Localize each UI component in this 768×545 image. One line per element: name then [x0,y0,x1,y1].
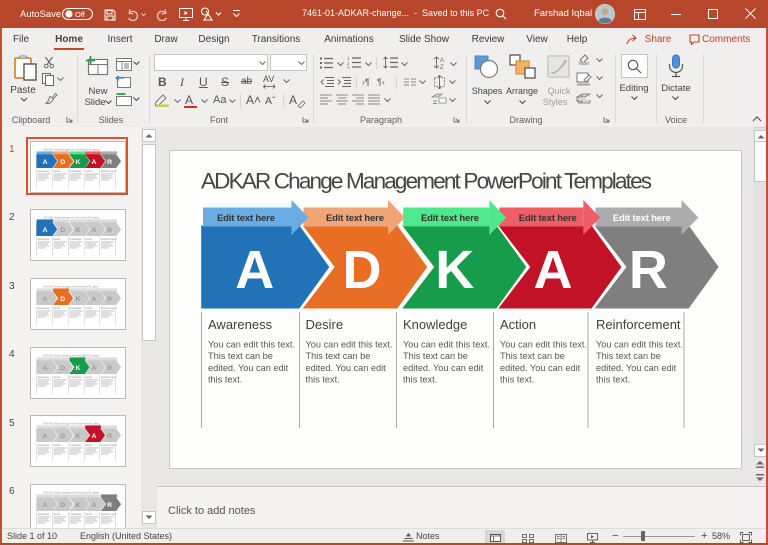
svg-text:A: A [534,240,573,300]
svg-text:A: A [92,364,97,371]
svg-text:Awareness: Awareness [38,238,51,241]
svg-text:Reinforcement: Reinforcement [596,317,681,332]
svg-text:You can edit this text.: You can edit this text. [306,340,393,350]
svg-text:Desire: Desire [306,317,344,332]
svg-text:D: D [343,240,382,300]
svg-text:K: K [75,364,80,371]
svg-text:Reinforcement: Reinforcement [101,307,117,310]
svg-text:A: A [235,240,274,300]
svg-text:This text can be: This text can be [403,351,468,361]
svg-text:R: R [107,296,112,303]
svg-text:A: A [43,227,48,234]
svg-text:A: A [440,58,444,64]
svg-text:Desire: Desire [54,444,62,447]
svg-text:R: R [107,364,112,371]
svg-text:A: A [92,227,97,234]
svg-text:Desire: Desire [54,376,62,379]
svg-text:edited. You can edit: edited. You can edit [500,363,581,373]
svg-text:Action: Action [85,238,92,241]
svg-text:Reinforcement: Reinforcement [101,376,117,379]
svg-text:A: A [92,501,97,508]
svg-text:D: D [60,433,65,440]
svg-text:This text can be: This text can be [500,351,565,361]
svg-text:Action: Action [85,444,92,447]
svg-text:Action: Action [85,376,92,379]
svg-text:Awareness: Awareness [38,307,51,310]
svg-text:edited. You can edit: edited. You can edit [596,363,677,373]
svg-text:Desire: Desire [54,307,62,310]
svg-text:D: D [60,227,65,234]
svg-text:R: R [107,433,112,440]
svg-text:R: R [107,501,112,508]
svg-text:R: R [629,240,668,300]
svg-text:Reinforcement: Reinforcement [101,444,117,447]
svg-text:You can edit this text.: You can edit this text. [500,340,587,350]
svg-text:edited. You can edit: edited. You can edit [306,363,387,373]
svg-text:K: K [75,501,80,508]
svg-text:Knowledge: Knowledge [403,317,467,332]
svg-text:D: D [60,501,65,508]
svg-text:ADKAR Change Management PowerP: ADKAR Change Management PowerPoint Templ… [201,169,652,194]
svg-text:This text can be: This text can be [306,351,371,361]
svg-text:this text.: this text. [403,375,437,385]
svg-text:A: A [92,433,97,440]
svg-text:Knowledge: Knowledge [70,444,82,447]
svg-text:Action: Action [85,307,92,310]
svg-text:this text.: this text. [500,375,534,385]
svg-text:Desire: Desire [54,238,62,241]
svg-text:A: A [92,296,97,303]
svg-text:Reinforcement: Reinforcement [101,238,117,241]
svg-text:Knowledge: Knowledge [70,376,82,379]
svg-text:Awareness: Awareness [38,376,51,379]
svg-text:D: D [60,364,65,371]
svg-text:Knowledge: Knowledge [70,307,82,310]
svg-text:Off: Off [75,10,86,19]
svg-text:K: K [75,227,80,234]
svg-text:Awareness: Awareness [208,317,273,332]
svg-text:edited. You can edit: edited. You can edit [208,363,289,373]
svg-text:This text can be: This text can be [208,351,273,361]
svg-text:Edit text here: Edit text here [613,213,671,224]
svg-text:K: K [75,296,80,303]
svg-text:this text.: this text. [596,375,630,385]
svg-text:Knowledge: Knowledge [70,238,82,241]
svg-text:Action: Action [85,513,92,516]
svg-text:Edit text here: Edit text here [217,213,275,224]
svg-text:D: D [60,296,65,303]
svg-text:R: R [107,227,112,234]
svg-text:Awareness: Awareness [38,444,51,447]
svg-text:edited. You can edit: edited. You can edit [403,363,484,373]
svg-text:You can edit this text.: You can edit this text. [596,340,683,350]
svg-text:Desire: Desire [54,513,62,516]
svg-text:this text.: this text. [306,375,340,385]
svg-text:K: K [435,240,474,300]
svg-text:Reinforcement: Reinforcement [101,513,117,516]
svg-text:K: K [75,433,80,440]
svg-text:this text.: this text. [208,375,242,385]
svg-text:Awareness: Awareness [38,513,51,516]
svg-text:Action: Action [500,317,536,332]
svg-text:You can edit this text.: You can edit this text. [208,340,295,350]
svg-text:Edit text here: Edit text here [421,213,479,224]
svg-text:Edit text here: Edit text here [326,213,384,224]
svg-text:A: A [43,433,48,440]
svg-text:A: A [43,296,48,303]
svg-text:Z: Z [440,65,444,69]
svg-text:This text can be: This text can be [596,351,661,361]
svg-text:You can edit this text.: You can edit this text. [403,340,490,350]
svg-text:Edit text here: Edit text here [519,213,577,224]
svg-text:Knowledge: Knowledge [70,513,82,516]
svg-text:A: A [43,364,48,371]
svg-text:3: 3 [347,66,350,70]
svg-text:A: A [43,501,48,508]
